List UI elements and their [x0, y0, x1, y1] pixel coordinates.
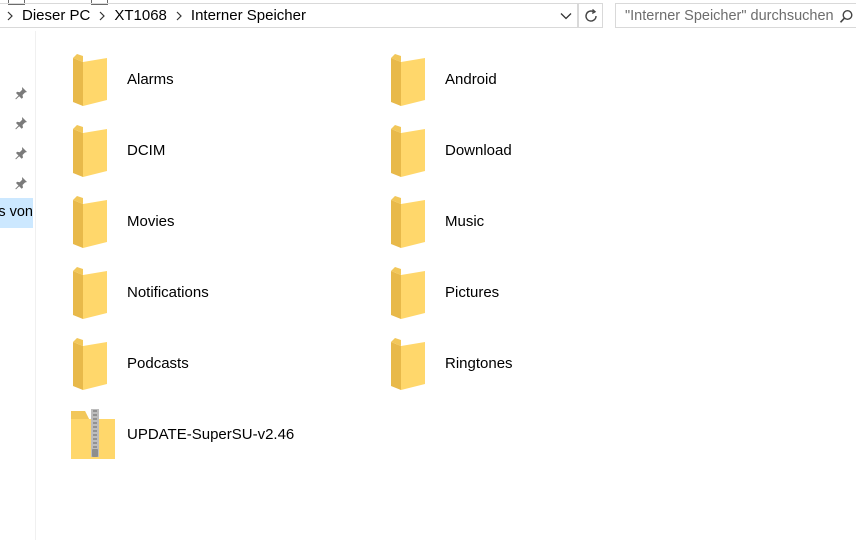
search-icon[interactable]	[839, 9, 854, 24]
item-name: Podcasts	[127, 354, 189, 372]
nav-item-selected[interactable]: s von	[0, 198, 33, 228]
folder-item[interactable]: Pictures	[355, 263, 655, 321]
file-list: Alarms Android DCIM Download Movies Musi…	[37, 31, 856, 540]
folder-item[interactable]: Music	[355, 192, 655, 250]
item-name: Notifications	[127, 283, 209, 301]
chevron-right-icon[interactable]	[92, 4, 112, 27]
item-name: Movies	[127, 212, 175, 230]
pin-icon	[14, 86, 28, 100]
folder-icon	[387, 50, 435, 108]
item-name: Ringtones	[445, 354, 513, 372]
folder-icon	[387, 334, 435, 392]
item-name: UPDATE-SuperSU-v2.46	[127, 425, 295, 443]
folder-item[interactable]: Movies	[37, 192, 337, 250]
folder-item[interactable]: DCIM	[37, 121, 337, 179]
folder-item[interactable]: Android	[355, 50, 655, 108]
breadcrumb-device[interactable]: XT1068	[112, 4, 169, 27]
refresh-icon	[584, 8, 597, 22]
item-name: DCIM	[127, 141, 166, 159]
folder-icon	[69, 334, 117, 392]
folder-item[interactable]: Alarms	[37, 50, 337, 108]
folder-icon	[69, 50, 117, 108]
item-name: Alarms	[127, 70, 174, 88]
folder-icon	[387, 263, 435, 321]
item-name: Pictures	[445, 283, 500, 301]
folder-icon	[69, 192, 117, 250]
folder-icon	[69, 263, 117, 321]
pin-icon	[14, 116, 28, 130]
refresh-button[interactable]	[578, 3, 603, 28]
folder-item[interactable]: Podcasts	[37, 334, 337, 392]
item-name: Android	[445, 70, 497, 88]
chevron-right-icon[interactable]	[169, 4, 189, 27]
nav-item-label: s von	[0, 204, 33, 220]
search-box[interactable]	[615, 3, 856, 28]
address-bar[interactable]: Dieser PC XT1068 Interner Speicher	[0, 3, 578, 28]
folder-icon	[387, 192, 435, 250]
breadcrumb-dieser-pc[interactable]: Dieser PC	[20, 4, 92, 27]
chevron-right-icon[interactable]	[0, 4, 20, 27]
address-bar-row: B A Dieser PC XT1068 Interner Speicher	[0, 0, 856, 31]
folder-item[interactable]: Download	[355, 121, 655, 179]
navigation-pane: s von	[0, 31, 36, 540]
zip-folder-icon	[69, 405, 117, 463]
folder-item[interactable]: Ringtones	[355, 334, 655, 392]
item-name: Music	[445, 212, 485, 230]
chevron-down-icon[interactable]	[559, 9, 573, 23]
folder-icon	[69, 121, 117, 179]
zip-file-item[interactable]: UPDATE-SuperSU-v2.46	[37, 405, 337, 463]
pin-icon	[14, 176, 28, 190]
search-input[interactable]	[625, 7, 837, 24]
pin-icon	[14, 146, 28, 160]
folder-icon	[387, 121, 435, 179]
folder-item[interactable]: Notifications	[37, 263, 337, 321]
item-name: Download	[445, 141, 512, 159]
breadcrumb-interner-speicher[interactable]: Interner Speicher	[189, 4, 308, 27]
